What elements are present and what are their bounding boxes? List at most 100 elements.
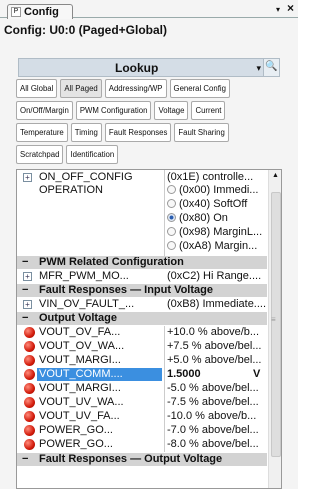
section-title: Fault Responses — Output Voltage	[39, 453, 223, 465]
filter-tab-row: Scratchpad Identification	[16, 145, 282, 165]
section-title: Output Voltage	[39, 312, 118, 324]
property-name: OPERATION	[39, 184, 103, 196]
filter-tab-row: All Global All Paged Addressing/WP Gener…	[16, 79, 282, 99]
red-status-icon	[24, 397, 35, 408]
lookup-combo[interactable]: Lookup ▾ 🔍	[18, 58, 280, 77]
tab-all-global[interactable]: All Global	[16, 79, 58, 98]
collapse-minus-icon[interactable]: −	[22, 256, 28, 269]
scroll-grip-icon: ≡	[271, 315, 276, 324]
property-name: VOUT_COMM....	[37, 368, 162, 381]
section-header-fault-output[interactable]: − Fault Responses — Output Voltage	[17, 453, 267, 466]
property-name: MFR_PWM_MO...	[39, 270, 129, 282]
property-row-power-good[interactable]: POWER_GO... -7.0 % above/bel...	[17, 424, 267, 437]
property-name: VOUT_MARGI...	[39, 382, 121, 394]
radio-option[interactable]: (0x98) MarginL...	[167, 226, 267, 239]
property-row-mfr-pwm[interactable]: + MFR_PWM_MO... (0xC2) Hi Range....	[17, 270, 267, 283]
property-name: VOUT_UV_WA...	[39, 396, 124, 408]
property-value[interactable]: +7.5 % above/bel...	[167, 340, 267, 353]
pin-dropdown-icon[interactable]: ▾	[276, 5, 280, 14]
tab-identification[interactable]: Identification	[66, 145, 119, 164]
radio-label: (0xA8) Margin...	[179, 240, 258, 252]
property-value[interactable]: -10.0 % above/b...	[167, 410, 267, 423]
tab-voltage[interactable]: Voltage	[154, 101, 189, 120]
property-row-power-good[interactable]: POWER_GO... -8.0 % above/bel...	[17, 438, 267, 451]
tab-temperature[interactable]: Temperature	[16, 123, 68, 142]
tab-all-paged[interactable]: All Paged	[60, 79, 102, 98]
config-tab-label: Config	[24, 6, 59, 18]
radio-icon[interactable]	[167, 227, 176, 236]
property-row-operation-option: (0x98) MarginL...	[17, 226, 267, 239]
property-row-operation-option: (0x80) On	[17, 212, 267, 225]
property-name: POWER_GO...	[39, 438, 113, 450]
property-value[interactable]: (0xC2) Hi Range....	[167, 270, 267, 283]
radio-icon[interactable]	[167, 241, 176, 250]
property-value-input[interactable]: 1.5000	[167, 368, 267, 381]
radio-option[interactable]: (0xA8) Margin...	[167, 240, 267, 253]
property-value[interactable]: -5.0 % above/bel...	[167, 382, 267, 395]
property-name: VOUT_UV_FA...	[39, 410, 120, 422]
config-panel: P Config ▾ × Config: U0:0 (Paged+Global)…	[0, 0, 298, 489]
vertical-scrollbar[interactable]: ▲ ≡	[268, 170, 281, 488]
tab-addressing-wp[interactable]: Addressing/WP	[104, 79, 167, 98]
tab-fault-responses[interactable]: Fault Responses	[104, 123, 172, 142]
expand-plus-icon[interactable]: +	[23, 173, 32, 182]
filter-tab-row: Temperature Timing Fault Responses Fault…	[16, 123, 282, 143]
property-row-vout[interactable]: VOUT_UV_FA... -10.0 % above/b...	[17, 410, 267, 423]
property-row-vout[interactable]: VOUT_MARGI... +5.0 % above/bel...	[17, 354, 267, 367]
property-row-vout[interactable]: VOUT_OV_FA... +10.0 % above/b...	[17, 326, 267, 339]
radio-icon[interactable]	[167, 199, 176, 208]
red-status-icon	[24, 369, 35, 380]
chevron-down-icon[interactable]: ▾	[256, 63, 261, 74]
tab-fault-sharing[interactable]: Fault Sharing	[174, 123, 229, 142]
tab-pwm-configuration[interactable]: PWM Configuration	[75, 101, 152, 120]
property-value[interactable]: -7.5 % above/bel...	[167, 396, 267, 409]
tab-current[interactable]: Current	[191, 101, 226, 120]
property-value[interactable]: -7.0 % above/bel...	[167, 424, 267, 437]
property-value[interactable]: +10.0 % above/b...	[167, 326, 267, 339]
property-row-on-off-config[interactable]: + ON_OFF_CONFIG (0x1E) controlle...	[17, 171, 267, 184]
property-row-vout[interactable]: VOUT_OV_WA... +7.5 % above/bel...	[17, 340, 267, 353]
radio-label: (0x80) On	[179, 212, 228, 224]
property-row-vout[interactable]: VOUT_MARGI... -5.0 % above/bel...	[17, 382, 267, 395]
property-name: VOUT_MARGI...	[39, 354, 121, 366]
unit-label: V	[253, 368, 261, 380]
tab-timing[interactable]: Timing	[70, 123, 102, 142]
radio-icon[interactable]	[167, 185, 176, 194]
radio-option[interactable]: (0x80) On	[167, 212, 267, 225]
section-header-fault-input[interactable]: − Fault Responses — Input Voltage	[17, 284, 267, 297]
tab-general-config[interactable]: General Config	[169, 79, 230, 98]
expand-plus-icon[interactable]: +	[23, 272, 32, 281]
config-tab[interactable]: P Config	[7, 4, 73, 19]
radio-option[interactable]: (0x40) SoftOff	[167, 198, 267, 211]
red-status-icon	[24, 327, 35, 338]
lookup-label: Lookup	[115, 61, 159, 75]
property-value[interactable]: -8.0 % above/bel...	[167, 438, 267, 451]
collapse-minus-icon[interactable]: −	[22, 284, 28, 297]
collapse-minus-icon[interactable]: −	[22, 312, 28, 325]
expand-plus-icon[interactable]: +	[23, 300, 32, 309]
close-icon[interactable]: ×	[287, 1, 294, 15]
property-row-vout[interactable]: VOUT_UV_WA... -7.5 % above/bel...	[17, 396, 267, 409]
property-value[interactable]: +5.0 % above/bel...	[167, 354, 267, 367]
radio-option[interactable]: (0x00) Immedi...	[167, 184, 267, 197]
panel-tab-bar: P Config ▾ ×	[0, 0, 298, 19]
property-row-vout-command[interactable]: VOUT_COMM.... 1.5000 V	[17, 368, 267, 381]
search-icon[interactable]: 🔍	[263, 59, 279, 76]
property-row-vin-ov-fault[interactable]: + VIN_OV_FAULT_... (0xB8) Immediate....	[17, 298, 267, 311]
collapse-minus-icon[interactable]: −	[22, 453, 28, 466]
red-status-icon	[24, 425, 35, 436]
radio-selected-icon[interactable]	[167, 213, 176, 222]
config-title: Config: U0:0 (Paged+Global)	[4, 23, 168, 37]
red-status-icon	[24, 355, 35, 366]
section-header-pwm[interactable]: − PWM Related Configuration	[17, 256, 267, 269]
scrollbar-thumb[interactable]	[271, 192, 281, 457]
property-value[interactable]: (0x1E) controlle...	[167, 171, 267, 184]
red-status-icon	[24, 383, 35, 394]
section-header-output-voltage[interactable]: − Output Voltage	[17, 312, 267, 325]
property-name: POWER_GO...	[39, 424, 113, 436]
tab-on-off-margin[interactable]: On/Off/Margin	[16, 101, 73, 120]
property-name: VOUT_OV_WA...	[39, 340, 125, 352]
property-value[interactable]: (0xB8) Immediate....	[167, 298, 267, 311]
tab-scratchpad[interactable]: Scratchpad	[16, 145, 64, 164]
scroll-up-icon[interactable]: ▲	[272, 172, 279, 179]
